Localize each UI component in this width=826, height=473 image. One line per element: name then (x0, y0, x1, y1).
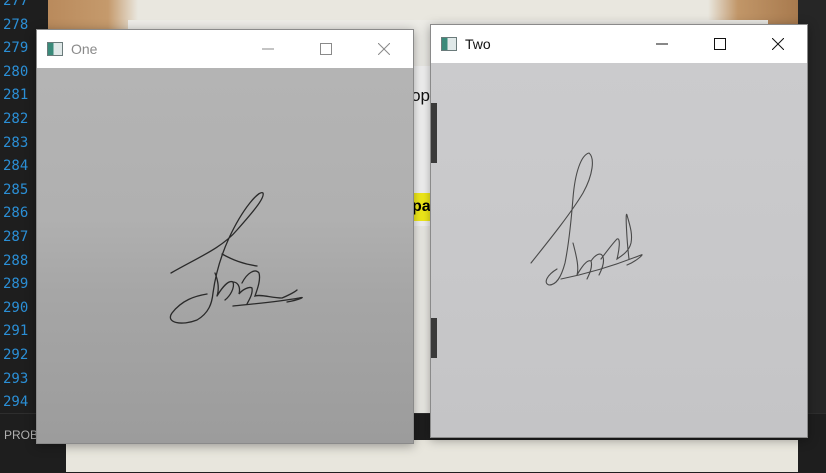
maximize-icon (714, 38, 726, 50)
photo-edge-shadow (431, 318, 437, 358)
maximize-icon (320, 43, 332, 55)
minimize-button[interactable] (633, 25, 691, 63)
signature-image-one (37, 68, 413, 443)
maximize-button[interactable] (297, 30, 355, 68)
app-icon (47, 42, 63, 56)
window-one-title: One (71, 41, 98, 57)
close-icon (772, 38, 784, 50)
close-icon (378, 43, 390, 55)
maximize-button[interactable] (691, 25, 749, 63)
signature-drawing (530, 152, 643, 286)
signature-drawing (169, 192, 303, 324)
signature-image-two (431, 63, 807, 437)
minimize-button[interactable] (239, 30, 297, 68)
behind-window-highlight: pa (412, 193, 432, 221)
window-one-titlebar[interactable]: One (37, 30, 413, 68)
paper-bottom (66, 440, 798, 472)
close-button[interactable] (355, 30, 413, 68)
minimize-icon (656, 43, 668, 45)
photo-edge-shadow (431, 103, 437, 163)
app-icon (441, 37, 457, 51)
window-two-titlebar[interactable]: Two (431, 25, 807, 63)
minimize-icon (262, 48, 274, 50)
problems-tab[interactable]: PROB (4, 428, 38, 442)
close-button[interactable] (749, 25, 807, 63)
line-number: 277 (3, 0, 29, 9)
window-one[interactable]: One (36, 29, 414, 444)
window-two[interactable]: Two (430, 24, 808, 438)
behind-window-text: top (412, 86, 430, 105)
window-two-title: Two (465, 36, 491, 52)
